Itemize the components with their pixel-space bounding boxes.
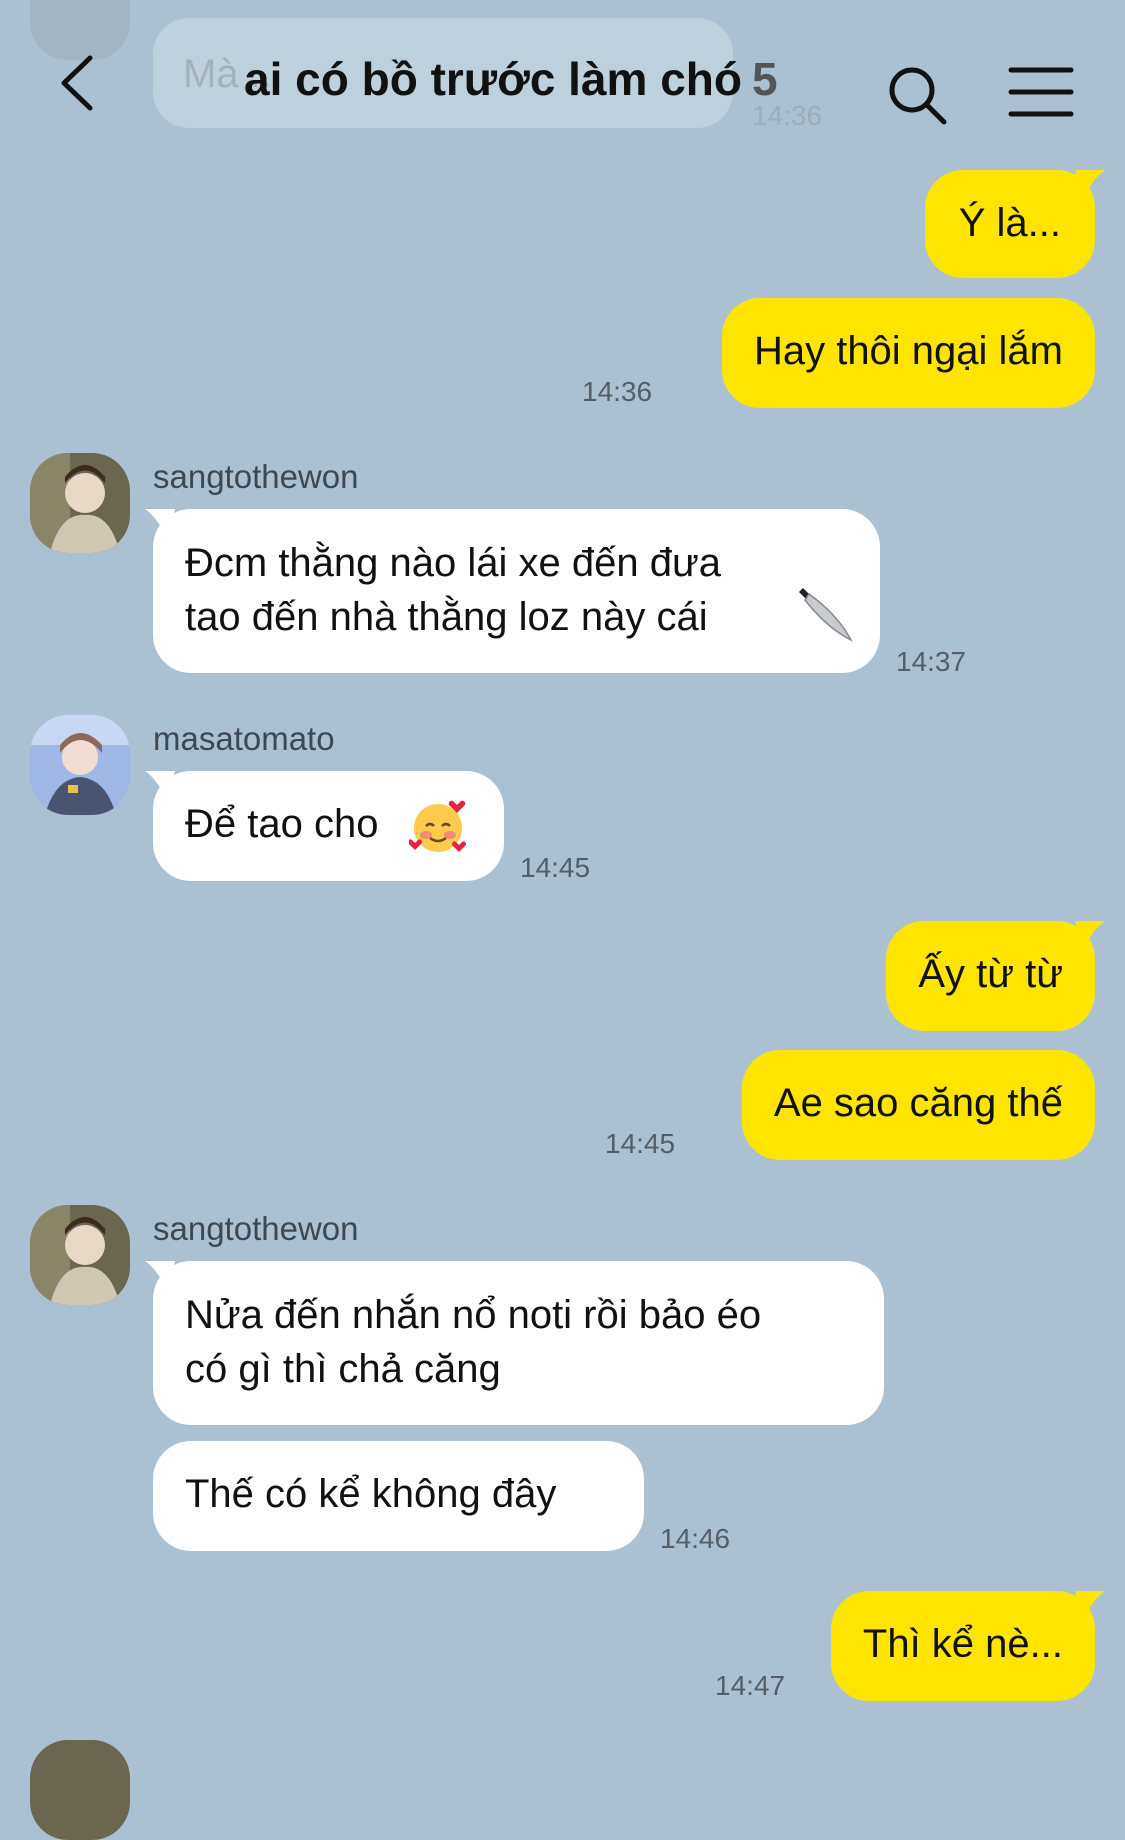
menu-button[interactable] — [1008, 64, 1074, 120]
bubble-tail — [1075, 921, 1105, 951]
message-text: Thì kể nè... — [862, 1622, 1063, 1666]
avatar-image — [30, 453, 130, 553]
message-bubble-mine[interactable]: Ấy từ từ — [886, 921, 1095, 1031]
smiling-face-with-hearts-emoji — [409, 800, 466, 852]
chat-title: ai có bồ trước làm chó 5 — [244, 52, 778, 106]
message-timestamp: 14:37 — [896, 646, 967, 677]
message-bubble-mine[interactable]: Ý là... — [924, 170, 1095, 278]
message-bubble-other[interactable]: Đcm thằng nào lái xe đến đưa tao đến nhà… — [153, 509, 880, 673]
chat-title-text: ai có bồ trước làm chó — [244, 53, 743, 105]
chevron-left-icon — [61, 55, 93, 111]
message-text: Hay thôi ngại lắm — [753, 329, 1063, 373]
message-line-2: tao đến nhà thằng loz này cái — [185, 588, 853, 644]
message-timestamp: 14:45 — [605, 1128, 676, 1159]
avatar-sangtothewon[interactable] — [30, 1205, 130, 1305]
message-timestamp: 14:47 — [715, 1670, 786, 1701]
sender-name: masatomato — [153, 720, 335, 757]
message-line: Nửa đến nhắn nổ noti rồi bảo éo — [185, 1293, 762, 1337]
message-text: Ae sao căng thế — [773, 1081, 1063, 1125]
avatar-image — [30, 1205, 130, 1305]
message-bubble-other[interactable]: Để tao cho — [153, 771, 504, 881]
message-bubble-mine[interactable]: Ae sao căng thế — [741, 1050, 1095, 1160]
message-text: Ấy từ từ — [918, 952, 1063, 996]
search-button[interactable] — [886, 64, 950, 128]
message-text: Thế có kể không đây — [185, 1472, 557, 1516]
message-bubble-other[interactable]: Thế có kể không đây — [153, 1441, 644, 1551]
avatar-sangtothewon[interactable] — [30, 453, 130, 553]
back-button[interactable] — [50, 50, 110, 116]
message-bubble-mine[interactable]: Thì kể nè... — [830, 1591, 1095, 1701]
message-bubble-other[interactable]: Nửa đến nhắn nổ noti rồi bảo éo có gì th… — [153, 1261, 884, 1425]
message-line: Đcm thằng nào lái xe đến đưa — [185, 541, 721, 585]
message-bubble-mine[interactable]: Hay thôi ngại lắm — [721, 298, 1095, 408]
avatar-image — [30, 715, 130, 815]
knife-emoji — [799, 588, 853, 642]
message-timestamp: 14:36 — [582, 376, 653, 407]
message-line: tao đến nhà thằng loz này cái — [185, 595, 708, 639]
bubble-tail — [1075, 170, 1105, 200]
message-timestamp: 14:45 — [520, 852, 591, 883]
search-icon — [889, 67, 947, 125]
bubble-tail — [1075, 1591, 1105, 1621]
message-line: có gì thì chả căng — [185, 1347, 501, 1391]
sender-name: sangtothewon — [153, 1210, 359, 1247]
hamburger-menu-icon — [1008, 67, 1074, 117]
message-timestamp: 14:46 — [660, 1523, 731, 1554]
member-count: 5 — [752, 53, 778, 105]
message-text: Để tao cho — [185, 802, 379, 846]
avatar-masatomato[interactable] — [30, 715, 130, 815]
sender-name: sangtothewon — [153, 458, 359, 495]
message-text: Ý là... — [958, 201, 1061, 245]
avatar-partial[interactable] — [30, 1740, 130, 1840]
